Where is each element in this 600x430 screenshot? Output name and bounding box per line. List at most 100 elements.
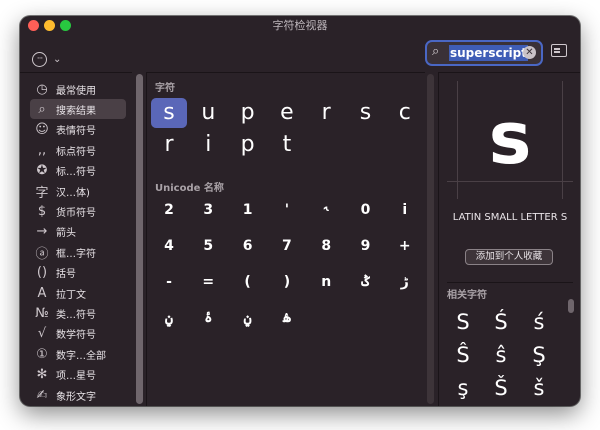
unicode-char-cell[interactable]: - <box>151 267 187 297</box>
sidebar-item-label: 箭头 <box>56 228 76 240</box>
parentheses-icon: () <box>36 265 48 281</box>
sidebar-item-tag[interactable]: ✪ 标…符号 <box>30 161 126 181</box>
sidebar-item-smiley[interactable]: ☺ 表情符号 <box>30 120 126 140</box>
unicode-char-cell[interactable]: ݧ <box>151 303 187 333</box>
unicode-char-cell[interactable]: 9 <box>348 231 384 261</box>
sidebar-item-label: 标…符号 <box>56 167 96 179</box>
sidebar-item-latin-a[interactable]: A 拉丁文 <box>30 283 126 303</box>
sidebar-item-dollar[interactable]: $ 货币符号 <box>30 201 126 221</box>
unicode-char-cell[interactable]: 4 <box>151 231 187 261</box>
character-viewer-window: 字符检视器 ··· ⌄ ⌕ superscript ✕ ◷ 最常使用 ⌕ 搜索结果 ☺ 表… <box>20 16 580 406</box>
circled-a-icon: ⓐ <box>35 246 49 262</box>
unicode-char-cell[interactable]: n <box>308 267 344 297</box>
char-cell[interactable]: t <box>269 130 305 160</box>
related-char-cell[interactable]: Ş <box>521 340 557 370</box>
asterisk-icon: ✻ <box>36 367 48 383</box>
search-icon: ⌕ <box>38 101 46 117</box>
search-input[interactable]: superscript <box>449 45 528 61</box>
circled-one-icon: ① <box>36 346 48 362</box>
char-cell[interactable]: s <box>348 98 384 128</box>
collapse-panel-icon[interactable] <box>551 44 567 57</box>
sidebar-item-circled-one[interactable]: ① 数字…全部 <box>30 344 126 364</box>
latin-a-icon: A <box>37 285 47 301</box>
unicode-char-cell[interactable]: ڑ <box>387 267 423 297</box>
unicode-char-cell[interactable]: 5 <box>190 231 226 261</box>
char-cell[interactable]: u <box>190 98 226 128</box>
related-char-cell[interactable]: š <box>521 373 557 403</box>
char-cell[interactable]: p <box>230 130 266 160</box>
sidebar-item-arrow[interactable]: → 箭头 <box>30 222 126 242</box>
sidebar-item-label: 汉…体) <box>56 187 90 199</box>
unicode-char-cell[interactable]: ) <box>269 267 305 297</box>
unicode-char-cell[interactable]: ۂ <box>190 303 226 333</box>
char-cell[interactable]: r <box>151 130 187 160</box>
arrow-icon: → <box>36 224 48 240</box>
unicode-char-cell[interactable]: ۿ <box>269 303 305 333</box>
related-char-cell[interactable]: Ś <box>483 307 519 337</box>
unicode-char-cell[interactable]: ˞ <box>308 195 344 225</box>
related-char-cell[interactable]: Ŝ <box>445 340 481 370</box>
char-cell[interactable]: s <box>151 98 187 128</box>
related-char-cell[interactable]: ś <box>521 307 557 337</box>
char-preview: s <box>447 81 573 199</box>
char-cell[interactable]: r <box>308 98 344 128</box>
sidebar-item-numero[interactable]: № 类…符号 <box>30 303 126 323</box>
sidebar-item-label: 搜索结果 <box>56 105 96 117</box>
chars-heading: 字符 <box>155 83 175 94</box>
minimize-button[interactable] <box>44 20 55 31</box>
related-char-cell[interactable]: S <box>445 307 481 337</box>
sidebar-scrollbar[interactable] <box>136 74 143 404</box>
sidebar-item-punctuation[interactable]: ,, 标点符号 <box>30 140 126 160</box>
related-char-cell[interactable]: ş <box>445 373 481 403</box>
dollar-icon: $ <box>37 203 47 219</box>
sidebar-item-asterisk[interactable]: ✻ 项…星号 <box>30 365 126 385</box>
unicode-char-cell[interactable]: ( <box>230 267 266 297</box>
sidebar-item-han[interactable]: 字汉…体) <box>30 181 126 201</box>
unicode-char-cell[interactable]: 0 <box>348 195 384 225</box>
close-button[interactable] <box>28 20 39 31</box>
unicode-char-cell[interactable]: = <box>190 267 226 297</box>
unicode-char-cell[interactable]: i <box>387 195 423 225</box>
char-cell[interactable]: e <box>269 98 305 128</box>
numero-icon: № <box>35 305 49 321</box>
related-heading: 相关字符 <box>447 290 487 301</box>
unicode-char-cell[interactable]: 8 <box>308 231 344 261</box>
sidebar-item-label: 最常使用 <box>56 85 96 97</box>
search-field[interactable]: ⌕ superscript ✕ <box>425 40 543 66</box>
unicode-char-cell[interactable]: + <box>387 231 423 261</box>
char-cell[interactable]: i <box>190 130 226 160</box>
unicode-char-cell[interactable]: 1 <box>230 195 266 225</box>
unicode-char-cell[interactable]: ' <box>269 195 305 225</box>
sqrt-icon: √ <box>37 326 47 342</box>
sidebar-item-circled-a[interactable]: ⓐ 框…字符 <box>30 242 126 262</box>
char-name: LATIN SMALL LETTER S <box>452 212 568 223</box>
unicode-char-cell[interactable]: ݧ <box>230 303 266 333</box>
sidebar-item-sqrt[interactable]: √ 数学符号 <box>30 324 126 344</box>
sidebar-item-clock[interactable]: ◷ 最常使用 <box>30 79 126 99</box>
unicode-char-cell[interactable]: 7 <box>269 231 305 261</box>
char-cell[interactable]: p <box>230 98 266 128</box>
sidebar-item-label: 标点符号 <box>56 146 96 158</box>
options-menu-button[interactable]: ··· ⌄ <box>32 49 72 69</box>
sidebar-item-label: 框…字符 <box>56 248 96 260</box>
related-char-cell[interactable]: ŝ <box>483 340 519 370</box>
sidebar-item-search[interactable]: ⌕ 搜索结果 <box>30 99 126 120</box>
related-char-cell[interactable]: Š <box>483 373 519 403</box>
sidebar-item-label: 括号 <box>56 269 76 281</box>
character-grid-panel: 字符 Unicode 名称 s u p e r s c r i p t 2 3 1 ' ˞ 0 i 4 5 6 7 8 9 + -… <box>146 72 425 406</box>
unicode-char-cell[interactable]: ݣ <box>348 267 384 297</box>
sidebar-item-parentheses[interactable]: () 括号 <box>30 263 126 283</box>
sidebar-item-label: 类…符号 <box>56 309 96 321</box>
detail-scrollbar[interactable] <box>568 299 574 313</box>
punctuation-icon: ,, <box>37 142 47 158</box>
add-to-favorites-button[interactable]: 添加到个人收藏 <box>465 249 553 265</box>
unicode-char-cell[interactable]: 3 <box>190 195 226 225</box>
zoom-button[interactable] <box>60 20 71 31</box>
sidebar-item-label: 数学符号 <box>56 330 96 342</box>
sidebar-item-pictograph[interactable]: ✍ 象形文字 <box>30 385 126 405</box>
unicode-char-cell[interactable]: 2 <box>151 195 187 225</box>
grid-scrollbar[interactable] <box>427 74 434 404</box>
clear-search-icon[interactable]: ✕ <box>523 46 536 59</box>
char-cell[interactable]: c <box>387 98 423 128</box>
unicode-char-cell[interactable]: 6 <box>230 231 266 261</box>
